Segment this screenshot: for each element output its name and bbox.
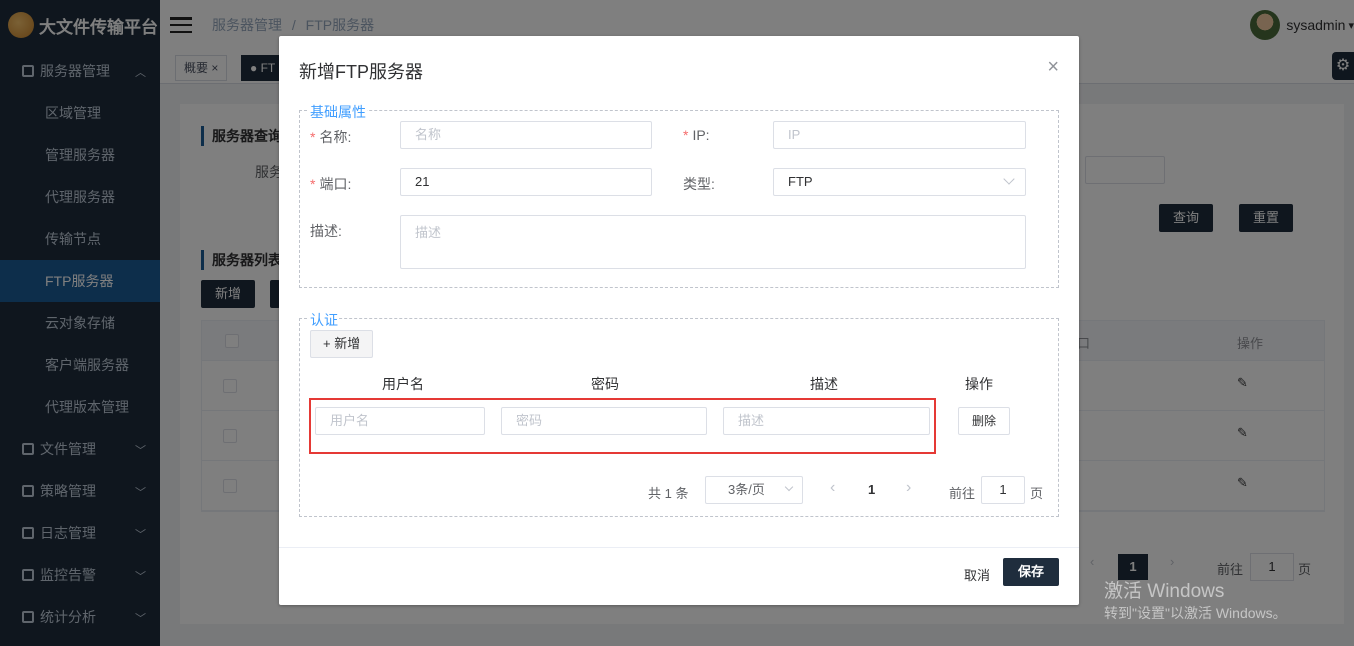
column-header-desc: 描述 (810, 376, 838, 392)
goto-label: 前往 (949, 486, 976, 501)
type-value: FTP (788, 174, 813, 189)
next-page-icon[interactable]: › (906, 479, 911, 497)
chevron-down-icon (784, 482, 794, 492)
name-label-text: 名称: (319, 129, 352, 145)
port-label-text: 端口: (319, 176, 352, 192)
footer-divider (279, 547, 1079, 548)
desc-label: 描述: (310, 223, 342, 239)
chevron-down-icon (1003, 173, 1015, 185)
auth-legend: 认证 (309, 310, 339, 330)
delete-button[interactable]: 删除 (958, 407, 1011, 435)
dialog-title: 新增FTP服务器 (299, 62, 423, 82)
ip-label-text: IP: (692, 127, 710, 143)
username-input[interactable]: 用户名 (315, 407, 485, 435)
port-input[interactable]: 21 (400, 168, 652, 196)
required-mark: * (310, 129, 316, 145)
basic-attributes-fieldset: 基础属性 * 名称: 名称 * IP: IP * 端口: 21 类型: FTP 描述:… (299, 102, 1059, 288)
auth-fieldset: 认证 + 新增 用户名 密码 描述 操作 用户名 密码 描述 删除 共 1 条 … (299, 310, 1059, 517)
column-header-ops: 操作 (965, 376, 993, 392)
add-ftp-dialog: 新增FTP服务器 × 基础属性 * 名称: 名称 * IP: IP * 端口: 21 … (279, 36, 1079, 605)
save-button[interactable]: 保存 (1003, 558, 1059, 586)
column-header-username: 用户名 (382, 376, 424, 392)
required-mark: * (683, 127, 689, 143)
cancel-button[interactable]: 取消 (964, 565, 990, 584)
add-credential-button[interactable]: + 新增 (310, 330, 374, 358)
pager-current[interactable]: 1 (868, 482, 875, 497)
name-label: * 名称: (310, 127, 351, 147)
activation-watermark-subtitle: 转到"设置"以激活 Windows。 (1104, 605, 1287, 621)
name-input[interactable]: 名称 (400, 121, 652, 149)
password-input[interactable]: 密码 (501, 407, 707, 435)
credential-desc-input[interactable]: 描述 (723, 407, 930, 435)
page-unit: 页 (1030, 486, 1044, 501)
column-header-password: 密码 (591, 376, 619, 392)
required-mark: * (310, 176, 316, 192)
close-icon[interactable]: × (1047, 56, 1059, 79)
pager-total: 共 1 条 (648, 486, 689, 501)
port-label: * 端口: (310, 174, 351, 194)
goto-input[interactable]: 1 (981, 476, 1025, 504)
page-size-select[interactable]: 3条/页 (705, 476, 803, 504)
activation-watermark-title: 激活 Windows (1104, 581, 1225, 602)
type-label: 类型: (683, 176, 715, 192)
basic-legend: 基础属性 (309, 102, 367, 122)
prev-page-icon[interactable]: ‹ (830, 479, 835, 497)
type-select[interactable]: FTP (773, 168, 1026, 196)
ip-input[interactable]: IP (773, 121, 1026, 149)
page-size-value: 3条/页 (728, 482, 765, 497)
desc-textarea[interactable]: 描述 (400, 215, 1026, 269)
ip-label: * IP: (683, 127, 710, 143)
